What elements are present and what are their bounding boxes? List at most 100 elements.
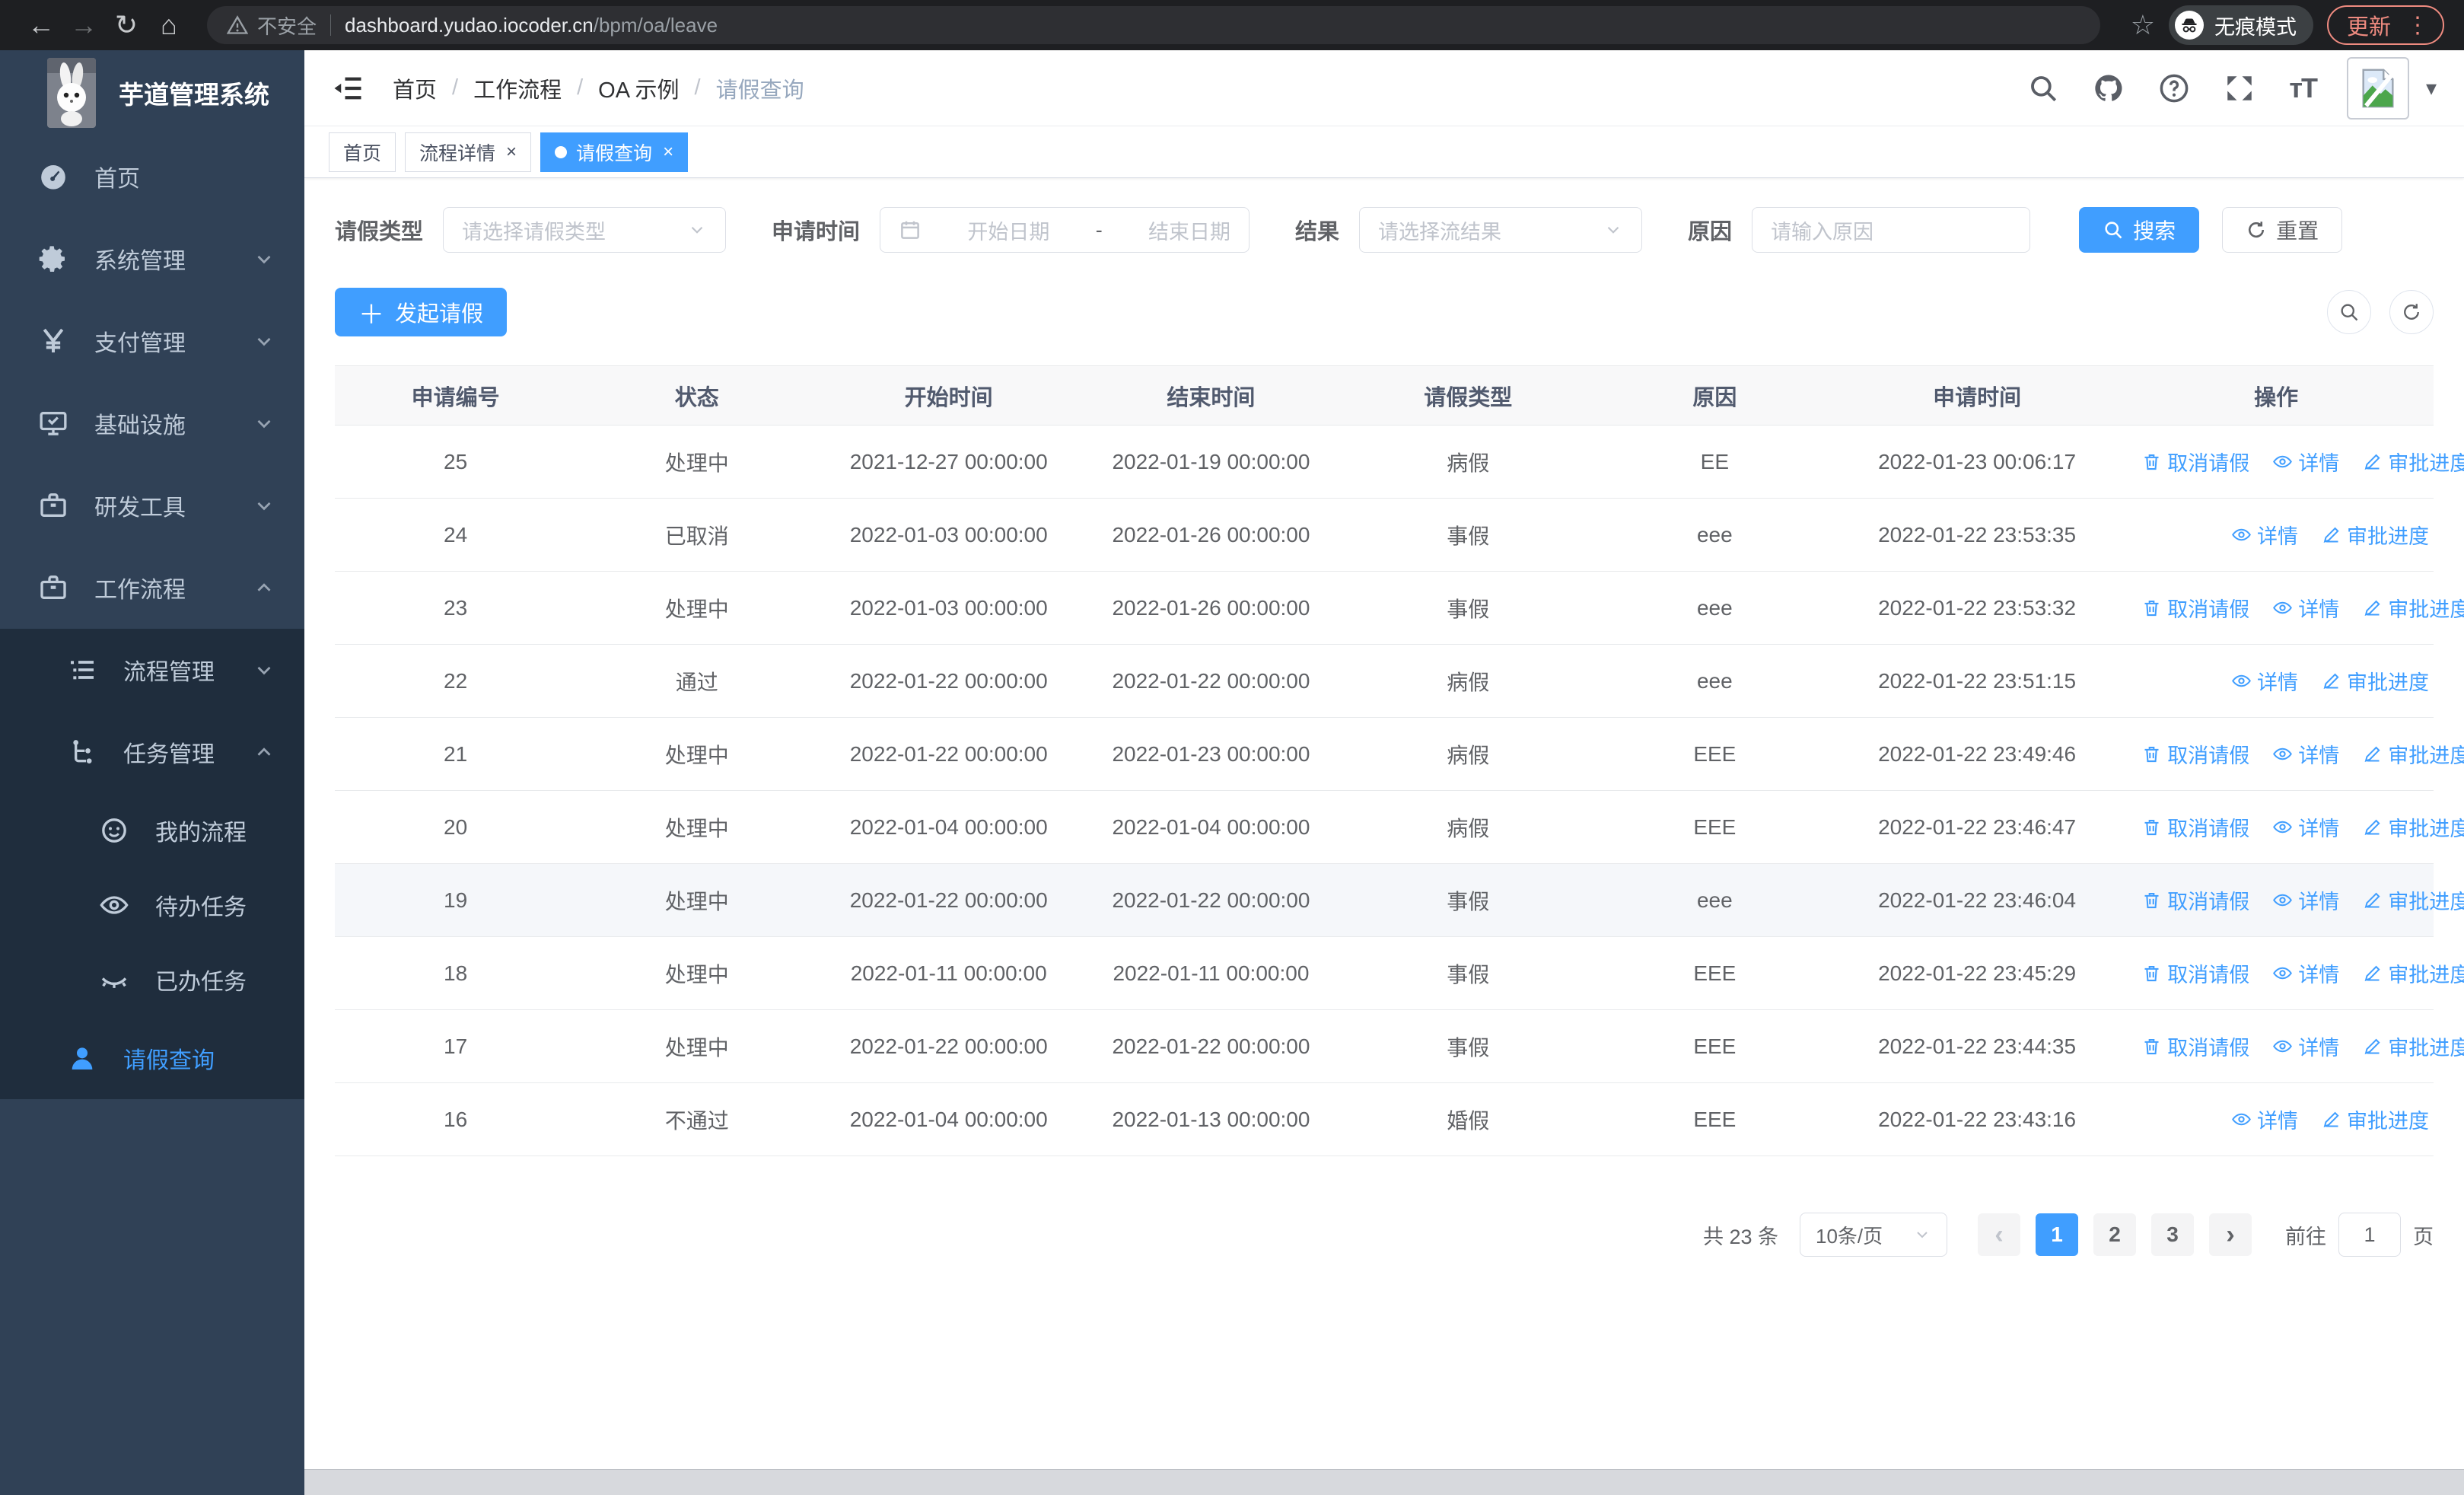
end-date-input[interactable]: 结束日期 [1148, 215, 1230, 245]
show-search-toggle-button[interactable] [2327, 290, 2371, 334]
detail-link[interactable]: 详情 [2231, 1105, 2298, 1134]
fullscreen-icon[interactable] [2224, 72, 2255, 104]
approval-progress-link[interactable]: 审批进度 [2362, 885, 2464, 915]
pencil-icon [2362, 890, 2388, 910]
sidebar-collapse-icon[interactable] [332, 72, 364, 104]
cancel-leave-link[interactable]: 取消请假 [2141, 812, 2249, 842]
sidebar-item-leave-query[interactable]: 请假查询 [0, 1017, 304, 1099]
avatar[interactable] [2346, 56, 2409, 120]
approval-progress-link[interactable]: 审批进度 [2362, 593, 2464, 623]
page-size-select[interactable]: 10条/页 [1800, 1213, 1947, 1257]
browser-update-button[interactable]: 更新 ⋮ [2326, 5, 2444, 45]
cell-start: 2022-01-22 00:00:00 [817, 717, 1081, 791]
sidebar-item-process-mgmt[interactable]: 流程管理 [0, 629, 304, 711]
approval-progress-link[interactable]: 审批进度 [2362, 1031, 2464, 1061]
approval-progress-link[interactable]: 审批进度 [2321, 520, 2429, 550]
app-logo[interactable]: 芋道管理系统 [0, 50, 304, 135]
breadcrumb-item[interactable]: OA 示例 [598, 72, 679, 104]
table-toolbar: ＋ 发起请假 [335, 288, 2434, 336]
detail-link[interactable]: 详情 [2272, 739, 2339, 769]
sidebar-item-system-mgmt[interactable]: 系统管理 [0, 218, 304, 300]
approval-progress-link[interactable]: 审批进度 [2362, 739, 2464, 769]
eye-icon [2272, 1036, 2298, 1057]
browser-forward-button[interactable]: → [62, 9, 105, 41]
tab-leave-query[interactable]: 请假查询 × [540, 132, 689, 172]
pencil-icon [2362, 1036, 2388, 1057]
result-select[interactable]: 请选择流结果 [1359, 207, 1643, 253]
browser-menu-icon[interactable]: ⋮ [2406, 12, 2429, 39]
detail-link[interactable]: 详情 [2231, 666, 2298, 696]
cell-applied: 2022-01-22 23:44:35 [1835, 1009, 2119, 1083]
sidebar-item-payment-mgmt[interactable]: 支付管理 [0, 300, 304, 382]
detail-link[interactable]: 详情 [2272, 812, 2339, 842]
cancel-leave-link[interactable]: 取消请假 [2141, 958, 2249, 988]
header-search-icon[interactable] [2027, 72, 2059, 104]
cancel-leave-link[interactable]: 取消请假 [2141, 593, 2249, 623]
cell-type: 病假 [1342, 717, 1594, 791]
sidebar-item-infrastructure[interactable]: 基础设施 [0, 382, 304, 464]
detail-link[interactable]: 详情 [2272, 1031, 2339, 1061]
range-separator: - [1095, 218, 1103, 241]
cancel-leave-link[interactable]: 取消请假 [2141, 739, 2249, 769]
detail-link[interactable]: 详情 [2272, 885, 2339, 915]
browser-reload-button[interactable]: ↻ [105, 9, 148, 41]
sidebar-item-my-process[interactable]: 我的流程 [0, 793, 304, 868]
approval-progress-link[interactable]: 审批进度 [2321, 666, 2429, 696]
address-bar[interactable]: 不安全 dashboard.yudao.iocoder.cn/bpm/oa/le… [207, 6, 2100, 44]
detail-link[interactable]: 详情 [2231, 520, 2298, 550]
breadcrumb-item[interactable]: 首页 [393, 72, 437, 104]
reason-input[interactable]: 请输入原因 [1752, 207, 2031, 253]
leave-type-select[interactable]: 请选择请假类型 [443, 207, 727, 253]
approval-progress-link[interactable]: 审批进度 [2321, 1105, 2429, 1134]
detail-link[interactable]: 详情 [2272, 958, 2339, 988]
tab-process-detail[interactable]: 流程详情 × [405, 132, 532, 172]
detail-link[interactable]: 详情 [2272, 447, 2339, 477]
security-label[interactable]: 不安全 [257, 11, 317, 40]
chevron-down-icon [253, 330, 275, 352]
sidebar-item-workflow[interactable]: 工作流程 [0, 547, 304, 629]
bookmark-star-icon[interactable]: ☆ [2131, 9, 2155, 41]
sidebar-item-todo-tasks[interactable]: 待办任务 [0, 868, 304, 942]
github-icon[interactable] [2093, 72, 2125, 104]
page-buttons: 123 [2020, 1213, 2194, 1256]
page-button-3[interactable]: 3 [2151, 1213, 2194, 1256]
eye-closed-icon [99, 964, 129, 995]
close-tab-icon[interactable]: × [663, 142, 673, 163]
prev-page-button[interactable]: ‹ [1978, 1213, 2020, 1256]
font-size-icon[interactable]: тТ [2289, 72, 2318, 104]
approval-progress-link[interactable]: 审批进度 [2362, 958, 2464, 988]
trash-icon [2141, 744, 2167, 764]
briefcase-icon [38, 572, 68, 603]
page-button-1[interactable]: 1 [2036, 1213, 2078, 1256]
page-button-2[interactable]: 2 [2093, 1213, 2136, 1256]
create-leave-button[interactable]: ＋ 发起请假 [335, 288, 508, 336]
start-date-input[interactable]: 开始日期 [967, 215, 1049, 245]
browser-back-button[interactable]: ← [20, 9, 62, 41]
search-button[interactable]: 搜索 [2079, 207, 2200, 253]
cancel-leave-link[interactable]: 取消请假 [2141, 1031, 2249, 1061]
breadcrumb-item[interactable]: 工作流程 [473, 72, 562, 104]
sidebar-item-label: 请假查询 [123, 1048, 215, 1073]
apply-time-range-picker[interactable]: 开始日期 - 结束日期 [880, 207, 1250, 253]
cell-type: 婚假 [1342, 1082, 1594, 1156]
browser-home-button[interactable]: ⌂ [148, 9, 190, 41]
sidebar-item-dev-tools[interactable]: 研发工具 [0, 464, 304, 547]
tab-home[interactable]: 首页 [329, 132, 396, 172]
sidebar-item-label: 待办任务 [155, 895, 247, 920]
sidebar-item-home[interactable]: 首页 [0, 135, 304, 218]
avatar-dropdown-caret[interactable]: ▾ [2426, 75, 2437, 100]
reset-button[interactable]: 重置 [2222, 207, 2343, 253]
sidebar-item-task-mgmt[interactable]: 任务管理 [0, 711, 304, 793]
detail-link[interactable]: 详情 [2272, 593, 2339, 623]
table-row: 17 处理中 2022-01-22 00:00:00 2022-01-22 00:00… [335, 1009, 2464, 1083]
cancel-leave-link[interactable]: 取消请假 [2141, 885, 2249, 915]
next-page-button[interactable]: › [2209, 1213, 2252, 1256]
approval-progress-link[interactable]: 审批进度 [2362, 812, 2464, 842]
approval-progress-link[interactable]: 审批进度 [2362, 447, 2464, 477]
close-tab-icon[interactable]: × [506, 142, 517, 163]
sidebar-item-done-tasks[interactable]: 已办任务 [0, 942, 304, 1017]
help-icon[interactable] [2158, 72, 2190, 104]
goto-page-input[interactable]: 1 [2338, 1213, 2401, 1257]
refresh-table-button[interactable] [2389, 290, 2434, 334]
cancel-leave-link[interactable]: 取消请假 [2141, 447, 2249, 477]
